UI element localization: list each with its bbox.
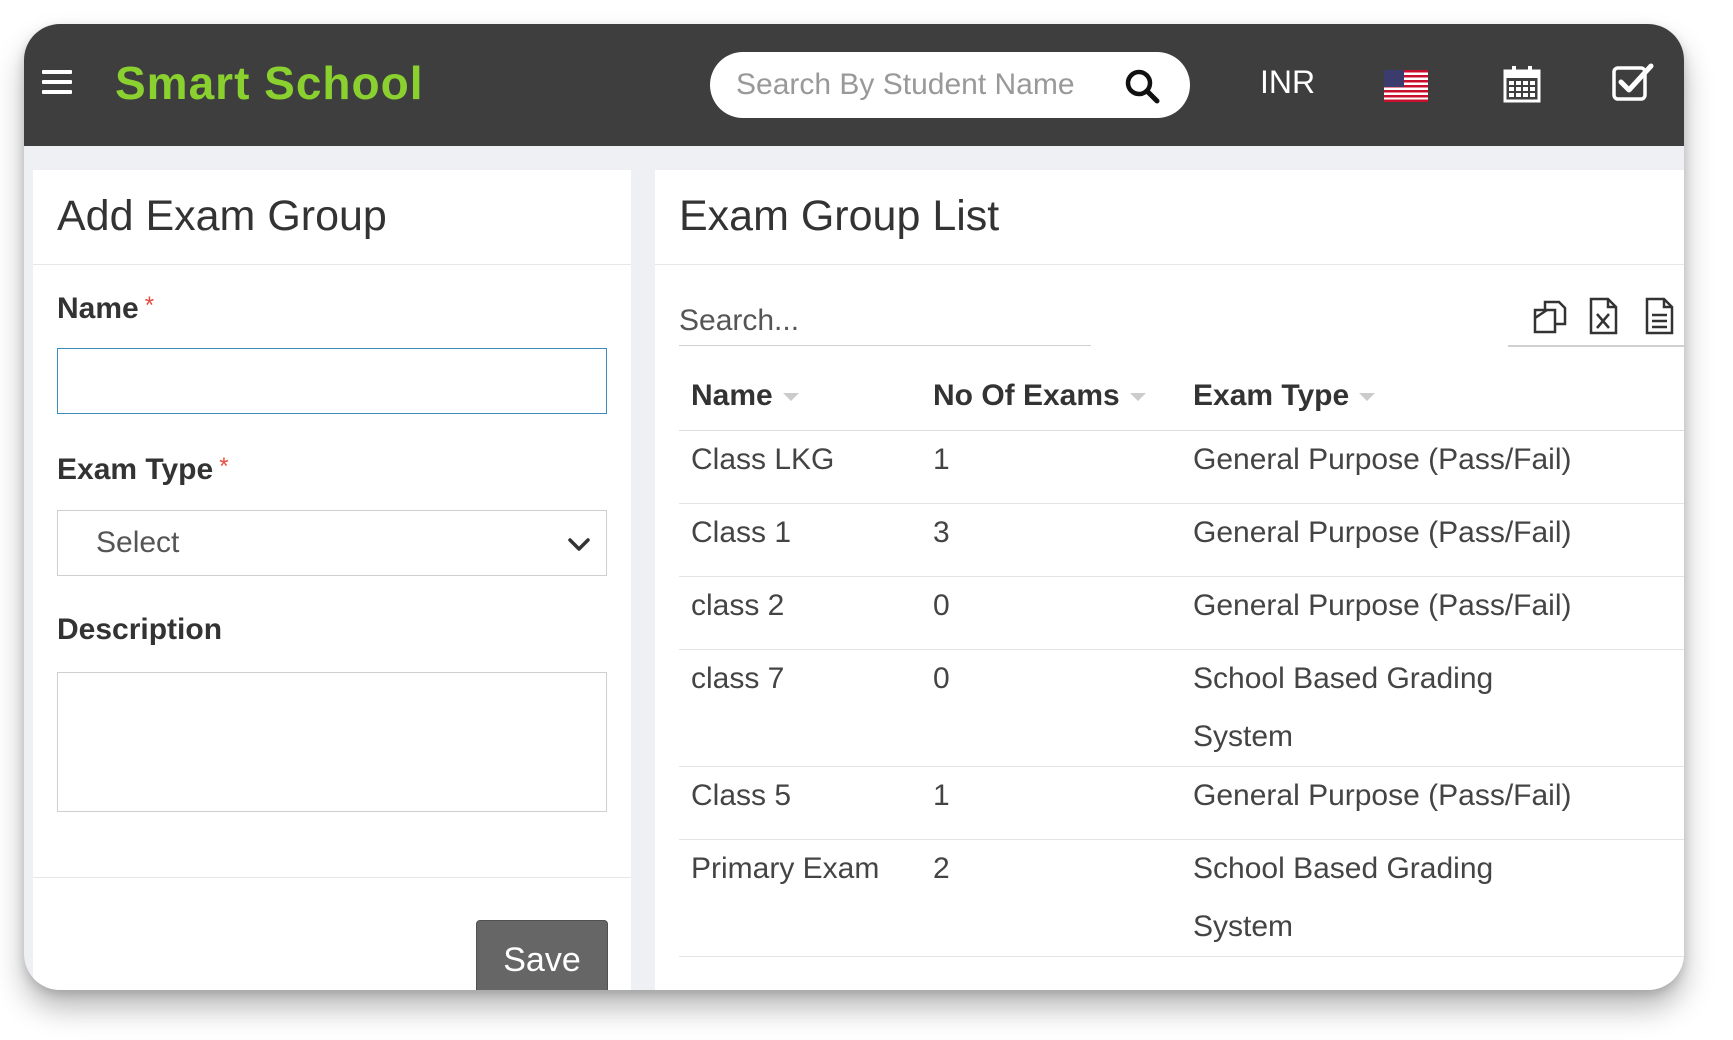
cell-name: Class LKG: [691, 443, 835, 476]
sort-icon: [1359, 393, 1376, 402]
cell-name: Class 5: [691, 779, 792, 812]
cell-name: class 2: [691, 589, 785, 622]
name-field[interactable]: [57, 348, 607, 414]
cell-exam-type: School Based Grading System: [1193, 852, 1494, 943]
exam-type-label: Exam Type *: [57, 453, 229, 486]
cell-exam-count: 0: [933, 662, 950, 695]
sort-icon: [782, 393, 799, 402]
cell-name: Class 1: [691, 516, 792, 549]
required-mark: *: [219, 453, 229, 480]
column-header-name[interactable]: Name: [691, 379, 799, 413]
top-navbar: Smart School INR: [24, 24, 1684, 146]
description-field[interactable]: [57, 672, 607, 812]
calendar-icon[interactable]: [1502, 64, 1542, 104]
cell-exam-type: General Purpose (Pass/Fail): [1193, 443, 1572, 476]
required-mark: *: [144, 292, 155, 319]
search-icon[interactable]: [1122, 66, 1162, 106]
save-button[interactable]: Save: [476, 920, 608, 990]
hamburger-icon[interactable]: [42, 70, 72, 96]
description-label: Description: [57, 613, 223, 646]
panel-title: Exam Group List: [679, 192, 1000, 240]
copy-icon[interactable]: [1531, 296, 1571, 336]
table-row: Class 1 3 General Purpose (Pass/Fail): [679, 504, 1684, 577]
cell-exam-count: 2: [933, 852, 950, 885]
table-row: class 7 0 School Based Grading System: [679, 650, 1684, 767]
exam-type-select[interactable]: Select: [57, 510, 607, 576]
app-title: Smart School: [115, 57, 424, 109]
table-row: Primary Exam 2 School Based Grading Syst…: [679, 840, 1684, 957]
table-header: Name No Of Exams Exam Type: [679, 365, 1684, 431]
column-header-exam-type[interactable]: Exam Type: [1193, 379, 1376, 413]
excel-icon[interactable]: [1583, 296, 1623, 336]
us-flag-icon[interactable]: [1384, 70, 1428, 102]
checkbox-icon[interactable]: [1611, 62, 1655, 102]
column-header-exam-count[interactable]: No Of Exams: [933, 379, 1146, 413]
table-row: Class 5 1 General Purpose (Pass/Fail): [679, 767, 1684, 840]
cell-exam-count: 0: [933, 589, 950, 622]
cell-exam-type: School Based Grading System: [1193, 662, 1494, 753]
exam-type-selected-value: Select: [96, 526, 180, 559]
panel-header: Exam Group List: [655, 170, 1684, 265]
exam-group-list-panel: Exam Group List Name No Of Exams Exam Ty…: [655, 170, 1684, 990]
cell-exam-count: 1: [933, 443, 950, 476]
chevron-down-icon: [568, 538, 590, 551]
cell-exam-count: 1: [933, 779, 950, 812]
currency-selector[interactable]: INR: [1260, 64, 1315, 101]
sort-icon: [1129, 393, 1146, 402]
name-label: Name *: [57, 292, 155, 325]
table-row: class 2 0 General Purpose (Pass/Fail): [679, 577, 1684, 650]
add-exam-group-panel: Add Exam Group Name * Exam Type * Select D…: [33, 170, 631, 990]
panel-title: Add Exam Group: [57, 192, 387, 240]
list-search-input[interactable]: [679, 296, 1091, 346]
cell-exam-type: General Purpose (Pass/Fail): [1193, 779, 1572, 812]
cell-name: class 7: [691, 662, 785, 695]
cell-exam-count: 3: [933, 516, 950, 549]
divider: [33, 877, 631, 878]
cell-name: Primary Exam: [691, 852, 880, 885]
document-icon[interactable]: [1639, 296, 1679, 336]
toolbar-underline: [1508, 345, 1684, 347]
app-window: Smart School INR: [24, 24, 1684, 990]
student-search-input[interactable]: [736, 64, 1106, 106]
student-search-box: [710, 52, 1190, 118]
cell-exam-type: General Purpose (Pass/Fail): [1193, 516, 1572, 549]
cell-exam-type: General Purpose (Pass/Fail): [1193, 589, 1572, 622]
panel-header: Add Exam Group: [33, 170, 631, 265]
table-row: Class LKG 1 General Purpose (Pass/Fail): [679, 431, 1684, 504]
